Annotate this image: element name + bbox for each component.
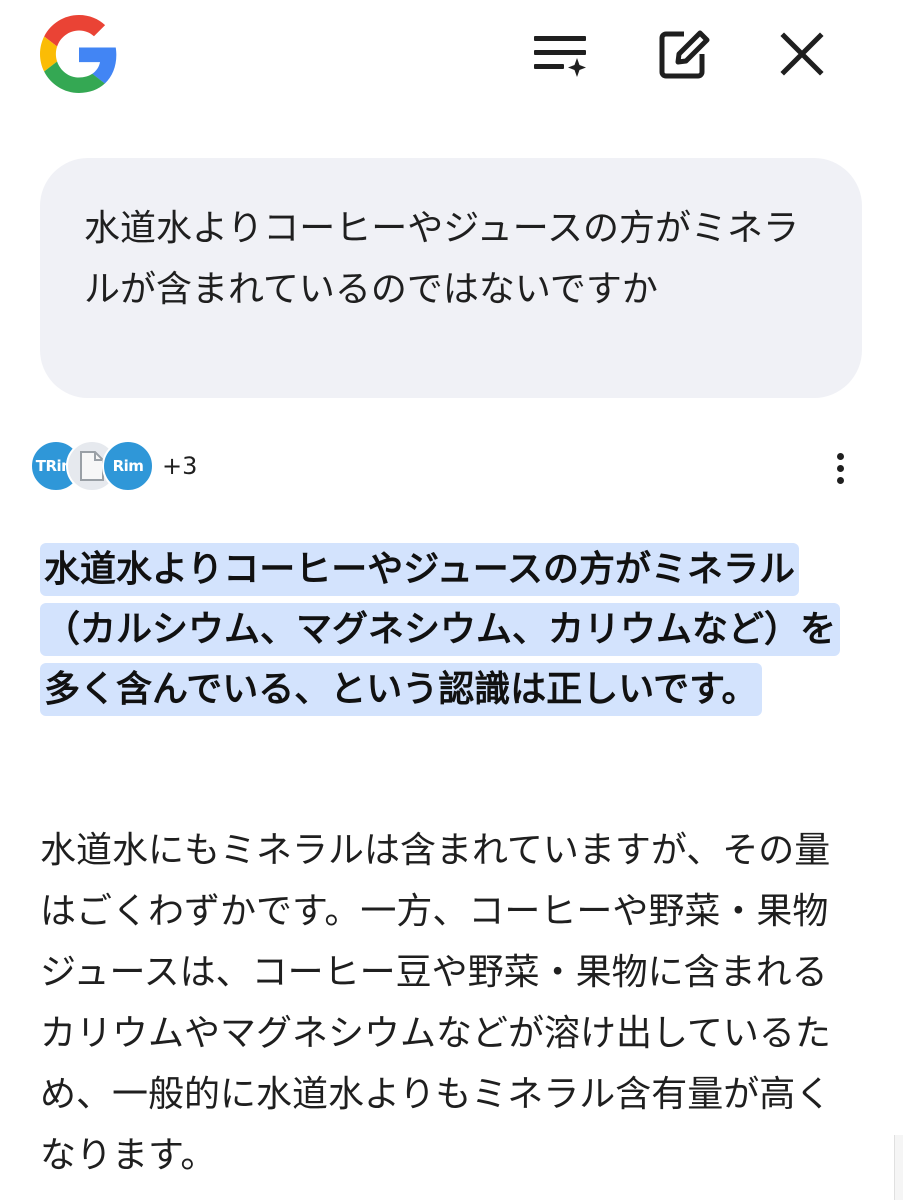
user-query-bubble: 水道水よりコーヒーやジュースの方がミネラルが含まれているのではないですか [40,158,862,398]
sparkle-list-icon[interactable] [530,24,590,84]
answer-highlight-text: 水道水よりコーヒーやジュースの方がミネラル（カルシウム、マグネシウム、カリウムな… [40,543,841,716]
close-icon[interactable] [772,24,832,84]
answer-highlight: 水道水よりコーヒーやジュースの方がミネラル（カルシウム、マグネシウム、カリウムな… [40,540,855,720]
source-avatar-rim: Rim [102,440,154,492]
edit-icon[interactable] [654,24,714,84]
google-g-logo-icon[interactable] [40,15,118,93]
source-more-count: +3 [162,452,198,480]
source-chips[interactable]: TRim Rim +3 [30,438,197,494]
top-bar [0,0,903,110]
more-options-icon[interactable] [820,446,860,490]
user-query-text: 水道水よりコーヒーやジュースの方がミネラルが含まれているのではないですか [84,208,799,310]
scrollbar[interactable] [894,1135,903,1200]
answer-body-text: 水道水にもミネラルは含まれていますが、その量はごくわずかです。一方、コーヒーや野… [40,830,832,1176]
